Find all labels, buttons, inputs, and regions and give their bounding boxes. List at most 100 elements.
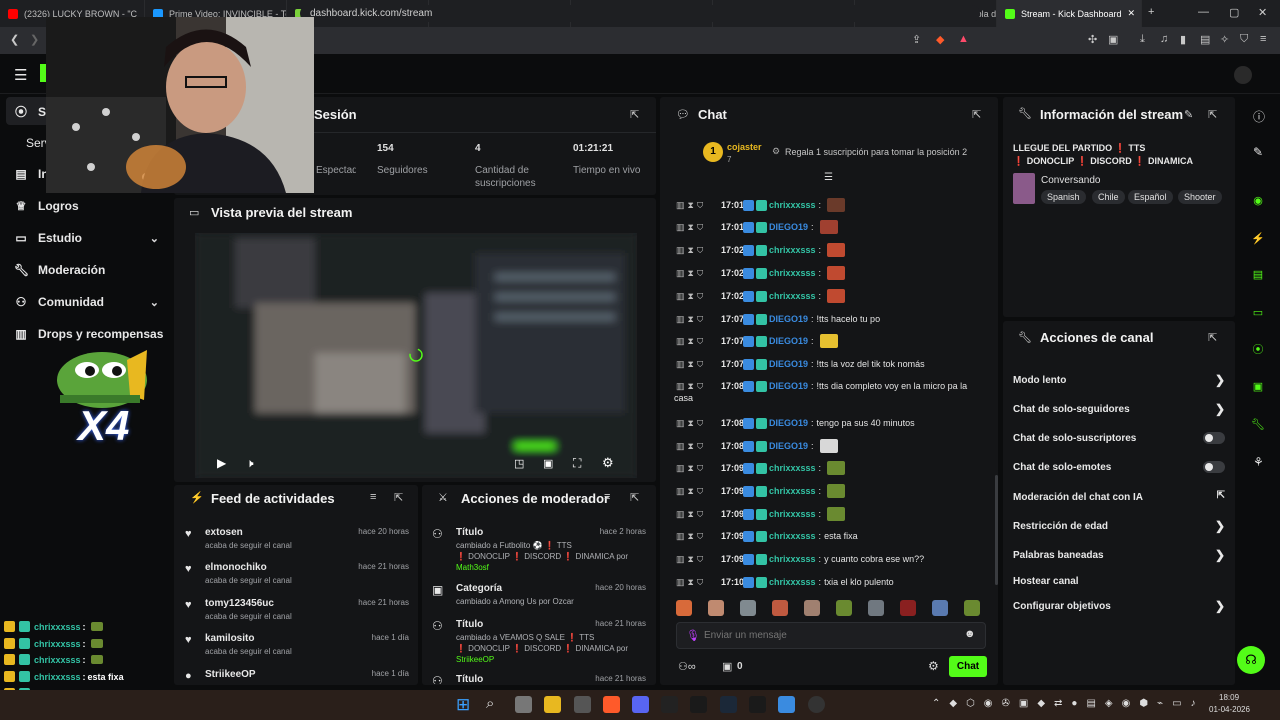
mod-tools-icon[interactable]: ▥⧗⛉ [676,245,721,256]
chat-username[interactable]: DIEGO19 [769,314,808,324]
maximize-button[interactable]: ▢ [1229,6,1239,19]
gift-sub-prompt[interactable]: Regala 1 suscripción para tomar la posic… [785,147,967,157]
channel-action-item[interactable]: Hostear canal [1013,576,1225,590]
mod-tools-icon[interactable]: ▥⧗⛉ [676,577,721,588]
app-icon[interactable] [778,696,795,713]
info-icon[interactable]: ⓘ [1253,108,1265,125]
close-tab-icon[interactable]: ✕ [1128,8,1136,19]
activity-user[interactable]: tomy123456uc [205,598,274,609]
emote-icon[interactable] [740,600,756,616]
mic-icon[interactable]: 🎙︎ [686,629,700,642]
pencil-icon[interactable]: ✎ [1253,145,1263,159]
channel-action-item[interactable]: Configurar objetivos ❯ [1013,599,1225,615]
rail-button[interactable]: ◉ [1246,188,1270,212]
obs-icon[interactable] [808,696,825,713]
minimize-button[interactable]: — [1198,6,1209,18]
chat-username[interactable]: chrixxxsss [769,509,816,519]
expand-icon[interactable]: ⇱ [630,108,639,121]
tray-icons[interactable]: ⌃◆⬡◉✇▣◆⇄●▤◈◉⬢⌁▭♪ [932,698,1205,709]
menu-icon[interactable]: ≡ [1260,33,1266,45]
epic-icon[interactable] [661,696,678,713]
activity-user[interactable]: extosen [205,527,243,538]
chat-username[interactable]: chrixxxsss [769,486,816,496]
close-window-button[interactable]: ✕ [1258,6,1267,19]
toggle-switch[interactable] [1203,461,1225,473]
expand-icon[interactable]: ⇱ [394,491,403,504]
channel-action-item[interactable]: Palabras baneadas ❯ [1013,548,1225,564]
fullscreen-icon[interactable]: ⛶ [573,456,581,471]
expand-icon[interactable]: ⇱ [630,491,639,504]
sidebar-item-drops[interactable]: ▥ Drops y recompensas [14,327,163,341]
forward-icon[interactable]: ❯ [30,33,39,46]
channel-action-item[interactable]: Modo lento ❯ [1013,373,1225,389]
mod-tools-icon[interactable]: ▥⧗⛉ [676,200,721,211]
explorer-icon[interactable] [544,696,561,713]
support-button[interactable]: ☊ [1237,646,1265,674]
pip-icon[interactable]: ◳ [514,457,524,470]
share-icon[interactable]: ⚘ [1253,455,1264,469]
app-icon[interactable] [749,696,766,713]
mod-tools-icon[interactable]: ▥⧗⛉ [676,486,721,497]
chat-username[interactable]: DIEGO19 [769,381,808,391]
modaction-moderator[interactable]: Math3osf [456,562,636,573]
chat-username[interactable]: chrixxxsss [769,268,816,278]
channel-action-item[interactable]: Chat de solo-emotes [1013,461,1225,476]
chat-username[interactable]: chrixxxsss [769,531,816,541]
edit-icon[interactable]: ✎ [1184,108,1193,121]
chat-username[interactable]: DIEGO19 [769,418,808,428]
vpn-icon[interactable]: ⛉ [1240,33,1248,46]
emote-icon[interactable] [804,600,820,616]
channel-action-item[interactable]: Moderación del chat con IA ⇱ [1013,490,1225,506]
chat-username[interactable]: DIEGO19 [769,441,808,451]
mute-icon[interactable]: 🕨︎ [246,456,254,471]
rail-button[interactable]: ▤ [1246,262,1270,286]
emote-icon[interactable] [676,600,692,616]
chat-username[interactable]: chrixxxsss [769,577,816,587]
mod-tools-icon[interactable]: ▥⧗⛉ [676,463,721,474]
chat-settings-icon[interactable]: ⚙ [928,659,939,673]
share-icon[interactable]: ⇪ [912,33,921,46]
hamburger-icon[interactable]: ☰ [14,66,27,84]
chat-username[interactable]: DIEGO19 [769,336,808,346]
mod-tools-icon[interactable]: ▥⧗⛉ [676,441,721,452]
toggle-switch[interactable] [1203,432,1225,444]
rewards-icon[interactable]: ▲ [958,33,969,45]
windows-start-icon[interactable]: ⊞ [456,695,470,715]
discord-icon[interactable] [632,696,649,713]
channel-action-item[interactable]: Chat de solo-suscriptores [1013,432,1225,447]
chat-scrollbar[interactable] [995,475,998,585]
emote-icon[interactable] [964,600,980,616]
gear-icon[interactable]: ⚙ [602,455,614,471]
back-icon[interactable]: ❮ [10,33,19,46]
rail-button[interactable]: ⦿ [1246,337,1270,361]
browser-tab[interactable]: Stream - Kick Dashboard ✕ [997,0,1142,27]
leaderboard-user[interactable]: cojaster [727,142,762,152]
brave-shield-icon[interactable]: ◆ [936,33,944,46]
mod-tools-icon[interactable]: ▥⧗⛉ [676,359,721,370]
mod-tools-icon[interactable]: ▥⧗⛉ [676,418,721,429]
mod-tools-icon[interactable]: ▥⧗⛉ [676,314,721,325]
chat-username[interactable]: chrixxxsss [769,291,816,301]
app-icon[interactable] [574,696,591,713]
sidebar-item-achievements[interactable]: ♕ Logros [14,199,79,213]
rail-button[interactable]: 🔧︎ [1246,412,1270,436]
mod-tools-icon[interactable]: ▥⧗⛉ [676,291,721,302]
chat-username[interactable]: chrixxxsss [769,200,816,210]
brave-icon[interactable] [603,696,620,713]
clock-date[interactable]: 01-04-2026 [1209,705,1250,714]
emoji-icon[interactable]: ☻ [964,628,976,640]
chat-username[interactable]: chrixxxsss [769,463,816,473]
mod-tools-icon[interactable]: ▥⧗⛉ [676,222,721,233]
url-field[interactable]: dashboard.kick.com/stream [300,5,980,22]
chat-scroll-icon[interactable]: ☰ [824,172,833,183]
expand-icon[interactable]: ⇱ [1208,108,1217,121]
sidebar-item-studio[interactable]: ▭ Estudio ⌄ [14,231,159,245]
emote-icon[interactable] [868,600,884,616]
channel-action-item[interactable]: Restricción de edad ❯ [1013,519,1225,535]
sidebar-item-community[interactable]: ⚇ Comunidad ⌄ [14,295,159,309]
screenshot-icon[interactable]: ▣ [1108,33,1118,46]
new-tab-button[interactable]: + [1148,6,1154,18]
rail-button[interactable]: ▣ [1246,374,1270,398]
capcut-icon[interactable] [690,696,707,713]
activity-user[interactable]: kamilosito [205,633,254,644]
